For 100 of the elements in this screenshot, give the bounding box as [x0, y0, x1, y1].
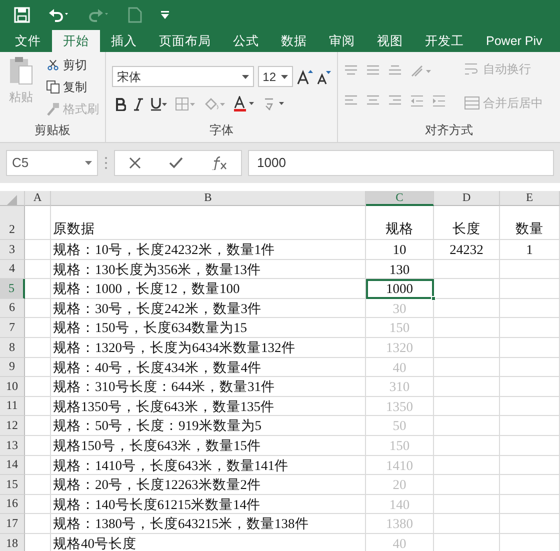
row-header[interactable]: 3 — [0, 240, 25, 260]
font-color-icon[interactable] — [233, 96, 255, 112]
empty-cell — [434, 279, 500, 299]
cut-button[interactable]: 剪切 — [44, 56, 101, 74]
customize-icon[interactable] — [160, 10, 170, 20]
splitter-icon — [104, 156, 108, 170]
empty-cell — [500, 318, 560, 338]
empty-cell — [434, 377, 500, 397]
empty-cell — [500, 298, 560, 318]
italic-icon[interactable] — [134, 98, 143, 110]
ribbon-tab[interactable]: 视图 — [366, 30, 414, 52]
preview-cell: 1410 — [366, 456, 434, 476]
underline-icon[interactable] — [151, 97, 167, 111]
dropdown-icon[interactable] — [242, 74, 249, 78]
row-header[interactable]: 13 — [0, 436, 25, 456]
font-size-field[interactable]: 12 — [258, 66, 293, 87]
column-header[interactable]: B — [51, 191, 366, 206]
empty-cell — [434, 298, 500, 318]
table-cell: 规格：30号，长度242米，数量3件 — [51, 298, 366, 318]
row-header[interactable]: 4 — [0, 260, 25, 280]
row-header[interactable]: 16 — [0, 494, 25, 514]
row-header[interactable]: 10 — [0, 377, 25, 397]
empty-cell — [500, 358, 560, 378]
insert-function-icon[interactable] — [211, 156, 227, 170]
preview-cell: 30 — [366, 298, 434, 318]
empty-cell — [500, 279, 560, 299]
ribbon-tab[interactable]: 插入 — [100, 30, 148, 52]
row-header[interactable]: 7 — [0, 318, 25, 338]
font-name-field[interactable]: 宋体 — [112, 66, 254, 87]
ribbon-tab[interactable]: Power Piv — [475, 30, 554, 52]
merge-cells-icon — [464, 96, 480, 110]
formula-field[interactable]: 1000 — [248, 150, 554, 176]
table-cell: 规格 — [366, 206, 434, 240]
bold-icon[interactable] — [116, 98, 126, 110]
row-header[interactable]: 11 — [0, 396, 25, 416]
empty-cell — [434, 456, 500, 476]
group-label: 字体 — [208, 122, 234, 139]
empty-cell — [500, 338, 560, 358]
ribbon-tab[interactable]: 文件 — [4, 30, 52, 52]
table-cell: 原数据 — [51, 206, 366, 240]
redo-icon — [88, 8, 110, 22]
table-cell: 规格150号，长度643米，数量15件 — [51, 436, 366, 456]
table-cell: 长度 — [434, 206, 500, 240]
row-header[interactable]: 9 — [0, 358, 25, 378]
column-header[interactable]: E — [500, 191, 560, 206]
ribbon-tab[interactable]: 页面布局 — [148, 30, 222, 52]
table-cell: 数量 — [500, 206, 560, 240]
column-header[interactable]: D — [434, 191, 500, 206]
empty-cell — [434, 358, 500, 378]
shrink-font-icon[interactable] — [317, 68, 331, 84]
ribbon-tab[interactable]: 开发工 — [414, 30, 475, 52]
empty-cell — [434, 396, 500, 416]
row-header[interactable]: 12 — [0, 416, 25, 436]
document-icon — [128, 7, 142, 23]
empty-cell — [434, 514, 500, 534]
phonetic-icon[interactable] — [263, 96, 285, 112]
name-box[interactable]: C5 — [6, 150, 98, 176]
table-cell: 规格：1320号，长度为6434米数量132件 — [51, 338, 366, 358]
empty-cell — [500, 436, 560, 456]
row-header[interactable]: 18 — [0, 534, 25, 551]
row-header[interactable]: 14 — [0, 456, 25, 476]
empty-cell — [500, 494, 560, 514]
empty-cell — [434, 416, 500, 436]
row-header[interactable]: 2 — [0, 206, 25, 240]
preview-cell: 1320 — [366, 338, 434, 358]
empty-cell — [500, 514, 560, 534]
copy-icon — [46, 80, 60, 94]
preview-cell: 50 — [366, 416, 434, 436]
table-cell: 规格：10号，长度24232米，数量1件 — [51, 240, 366, 260]
cancel-icon[interactable] — [129, 157, 141, 169]
row-header[interactable]: 8 — [0, 338, 25, 358]
row-header[interactable]: 15 — [0, 475, 25, 495]
empty-cell — [500, 456, 560, 476]
dropdown-icon[interactable] — [85, 161, 92, 165]
ribbon-tab[interactable]: 数据 — [270, 30, 318, 52]
row-header[interactable]: 17 — [0, 514, 25, 534]
table-cell: 规格：40号，长度434米，数量4件 — [51, 358, 366, 378]
table-cell: 规格：1000，长度12，数量100 — [51, 279, 366, 299]
save-icon[interactable] — [14, 7, 30, 23]
ribbon-tab[interactable]: 开始 — [52, 30, 100, 52]
table-cell: 130 — [366, 260, 434, 280]
copy-button[interactable]: 复制 — [44, 78, 101, 96]
grow-font-icon[interactable] — [297, 68, 313, 84]
row-header[interactable]: 5 — [0, 279, 25, 299]
undo-icon[interactable] — [48, 8, 70, 22]
table-cell: 规格：130长度为356米，数量13件 — [51, 260, 366, 280]
table-cell: 规格40号长度 — [51, 534, 366, 551]
column-header[interactable]: A — [25, 191, 51, 206]
empty-cell — [500, 475, 560, 495]
empty-cell — [434, 494, 500, 514]
group-label: 剪贴板 — [34, 122, 72, 139]
fill-handle[interactable] — [431, 296, 436, 301]
ribbon-tab[interactable]: 公式 — [222, 30, 270, 52]
enter-icon[interactable] — [169, 157, 183, 169]
ribbon-tab[interactable]: 审阅 — [318, 30, 366, 52]
column-header[interactable]: C — [366, 191, 434, 206]
row-header[interactable]: 6 — [0, 298, 25, 318]
fill-color-icon[interactable] — [203, 96, 225, 112]
group-label: 对齐方式 — [424, 122, 474, 139]
dropdown-icon[interactable] — [281, 74, 288, 78]
